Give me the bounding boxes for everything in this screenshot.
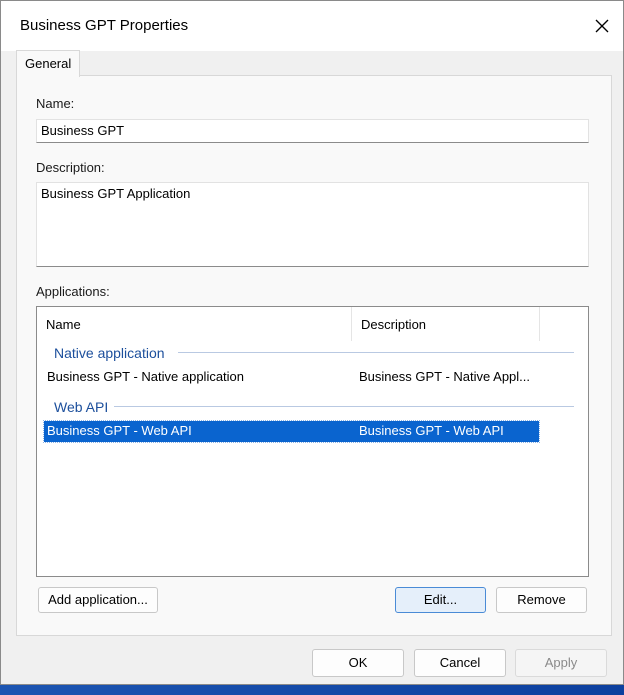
cancel-button[interactable]: Cancel	[414, 649, 506, 677]
column-header-name[interactable]: Name	[37, 307, 352, 341]
group-header-web-api[interactable]: Web API	[54, 399, 108, 415]
applications-label: Applications:	[36, 284, 110, 299]
name-field[interactable]: Business GPT	[36, 119, 589, 143]
properties-dialog: Business GPT Properties General Name: Bu…	[0, 0, 624, 685]
tab-general[interactable]: General	[16, 50, 80, 77]
list-item-description: Business GPT - Native Appl...	[359, 369, 530, 384]
close-icon	[595, 19, 609, 33]
list-item-selected[interactable]: Business GPT - Web API Business GPT - We…	[43, 420, 540, 443]
list-item[interactable]: Business GPT - Native application Busine…	[44, 367, 539, 388]
close-button[interactable]	[591, 15, 613, 37]
add-application-button[interactable]: Add application...	[38, 587, 158, 613]
column-header-description-label: Description	[361, 317, 427, 332]
group-header-native-application[interactable]: Native application	[54, 345, 165, 361]
list-item-description: Business GPT - Web API	[359, 423, 504, 438]
remove-button[interactable]: Remove	[496, 587, 587, 613]
apply-button[interactable]: Apply	[515, 649, 607, 677]
title-bar[interactable]: Business GPT Properties	[1, 1, 623, 51]
description-field-value: Business GPT Application	[41, 186, 191, 201]
edit-button[interactable]: Edit...	[395, 587, 486, 613]
ok-button[interactable]: OK	[312, 649, 404, 677]
list-item-name: Business GPT - Web API	[47, 423, 192, 438]
column-header-description[interactable]: Description	[352, 307, 540, 341]
group-divider	[178, 352, 574, 353]
description-field[interactable]: Business GPT Application	[36, 182, 589, 267]
group-divider	[114, 406, 574, 407]
applications-list[interactable]: Name Description Native application Busi…	[36, 306, 589, 577]
description-label: Description:	[36, 160, 105, 175]
dialog-title: Business GPT Properties	[20, 17, 189, 34]
column-header-name-label: Name	[46, 317, 81, 332]
name-label: Name:	[36, 96, 75, 111]
tab-general-label: General	[25, 56, 72, 71]
name-field-value: Business GPT	[41, 123, 125, 138]
list-item-name: Business GPT - Native application	[47, 369, 245, 384]
